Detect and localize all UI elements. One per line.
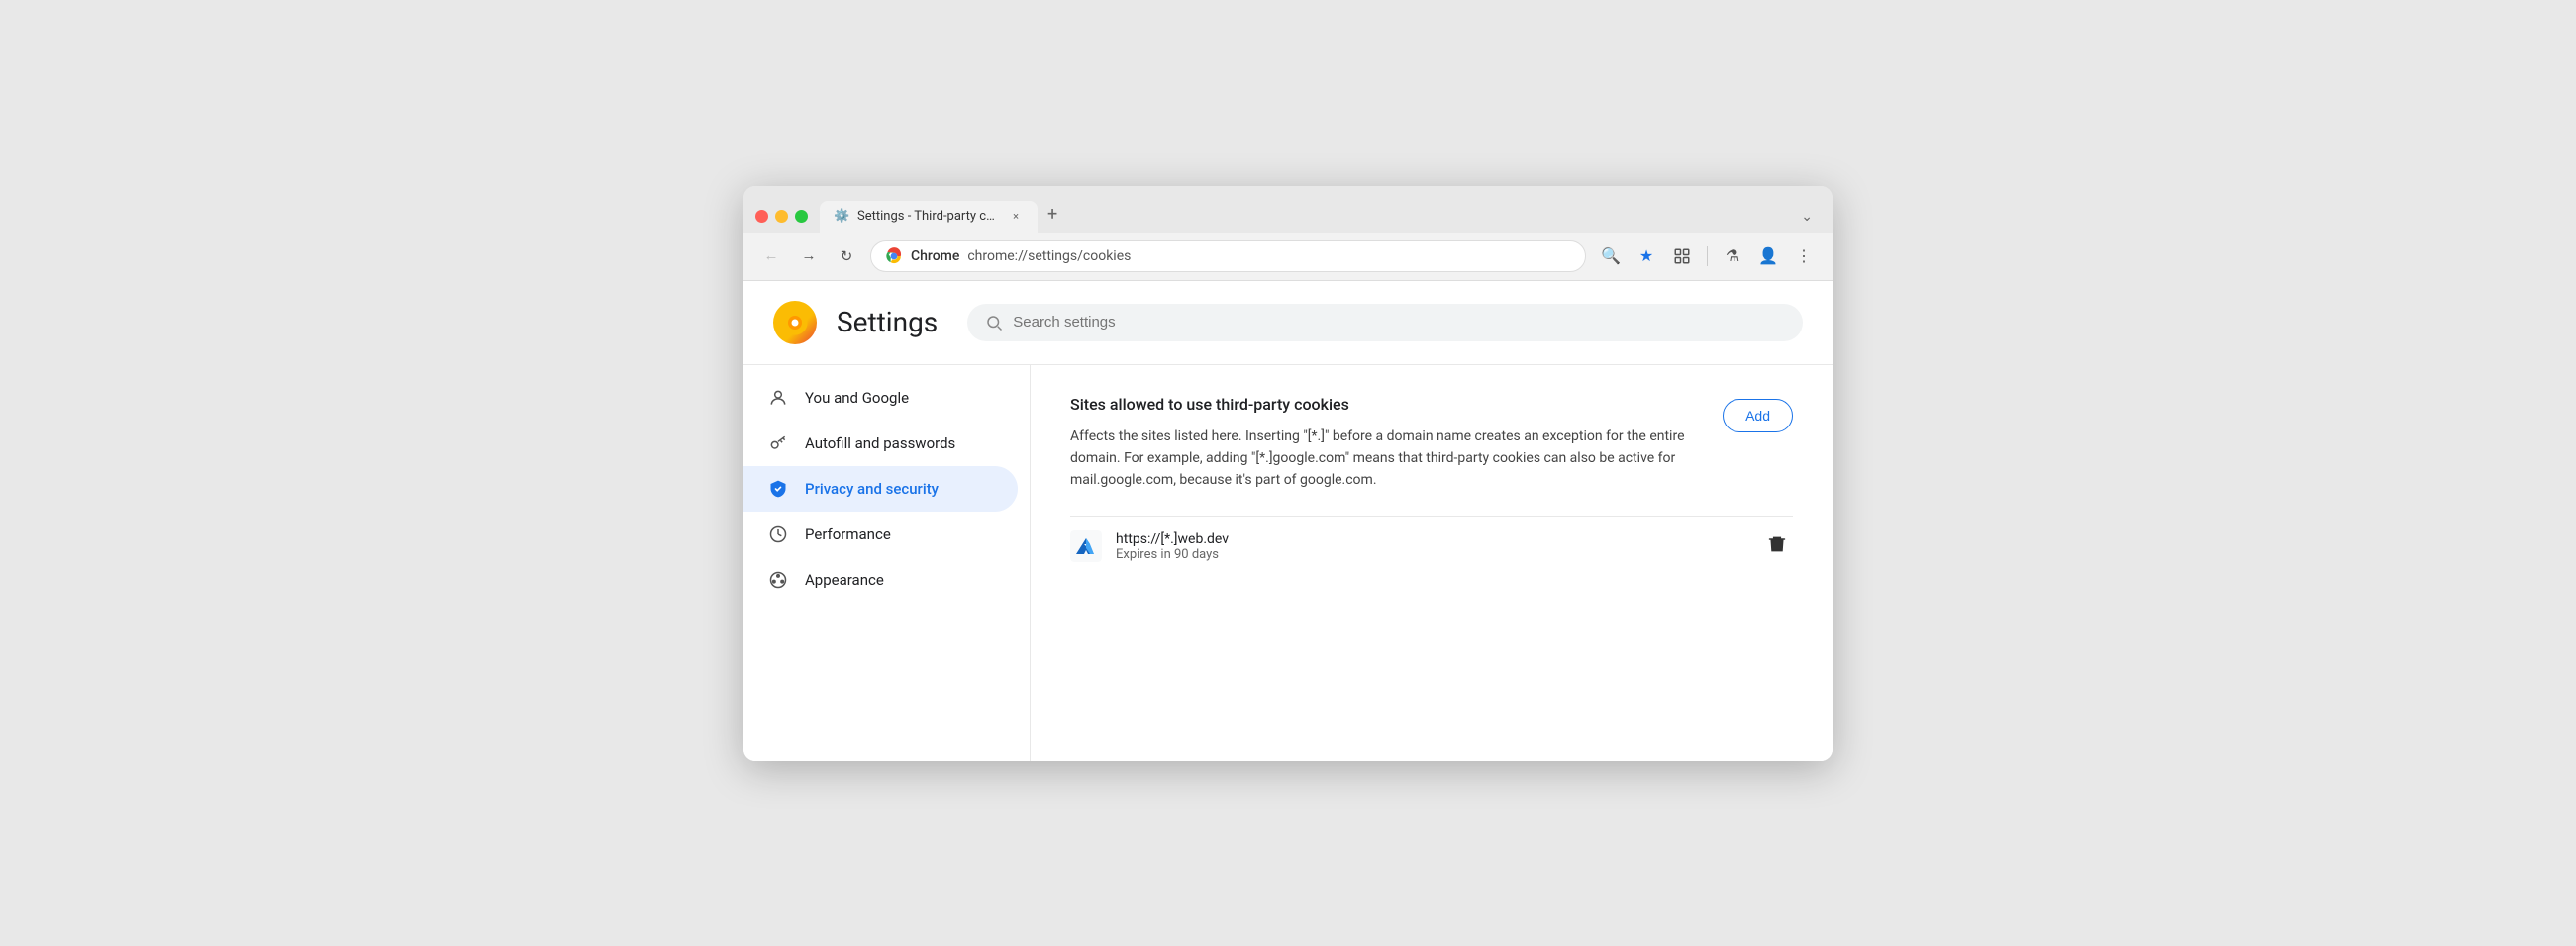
- sidebar-item-performance[interactable]: Performance: [743, 512, 1018, 557]
- sidebar-item-privacy[interactable]: Privacy and security: [743, 466, 1018, 512]
- traffic-lights: [755, 210, 808, 233]
- appearance-icon: [767, 569, 789, 591]
- nav-icons: 🔍 ★ ⚗ 👤 ⋮: [1596, 241, 1819, 271]
- main-content: Sites allowed to use third-party cookies…: [1031, 365, 1833, 761]
- lab-button[interactable]: ⚗: [1718, 241, 1747, 271]
- person-icon: [767, 387, 789, 409]
- forward-button[interactable]: →: [795, 242, 823, 270]
- profile-button[interactable]: 👤: [1753, 241, 1783, 271]
- site-favicon-icon: [1070, 530, 1102, 562]
- address-path: chrome://settings/cookies: [967, 248, 1131, 264]
- shield-icon: [767, 478, 789, 500]
- chrome-logo-icon: [885, 247, 903, 265]
- close-button[interactable]: [755, 210, 768, 223]
- sidebar-item-autofill[interactable]: Autofill and passwords: [743, 421, 1018, 466]
- title-bar: ⚙️ Settings - Third-party cookie × + ⌄: [743, 186, 1833, 233]
- settings-header: Settings: [743, 281, 1833, 365]
- zoom-button[interactable]: 🔍: [1596, 241, 1626, 271]
- navigation-bar: ← → ↻ Chrome chrome://settings/cookies 🔍…: [743, 233, 1833, 281]
- site-expiry: Expires in 90 days: [1116, 547, 1747, 562]
- address-origin: Chrome: [911, 248, 959, 264]
- nav-divider: [1707, 246, 1708, 266]
- settings-wrapper: Settings: [743, 281, 1833, 761]
- tab-label: Settings - Third-party cookie: [857, 209, 1000, 224]
- sidebar-label-appearance: Appearance: [805, 571, 884, 589]
- sidebar-label-you-and-google: You and Google: [805, 389, 909, 407]
- menu-button[interactable]: ⋮: [1789, 241, 1819, 271]
- new-tab-button[interactable]: +: [1038, 196, 1067, 233]
- bookmark-button[interactable]: ★: [1632, 241, 1661, 271]
- search-icon: [985, 314, 1003, 331]
- site-url: https://[*.]web.dev: [1116, 531, 1747, 547]
- sidebar: You and Google Autofill and passwords: [743, 365, 1031, 761]
- reload-button[interactable]: ↻: [833, 242, 860, 270]
- search-input[interactable]: [1013, 314, 1785, 331]
- settings-body: You and Google Autofill and passwords: [743, 365, 1833, 761]
- add-site-button[interactable]: Add: [1723, 399, 1793, 432]
- address-bar[interactable]: Chrome chrome://settings/cookies: [870, 240, 1586, 272]
- key-icon: [767, 432, 789, 454]
- settings-title: Settings: [837, 306, 938, 338]
- active-tab[interactable]: ⚙️ Settings - Third-party cookie ×: [820, 201, 1038, 233]
- section-header-row: Sites allowed to use third-party cookies…: [1070, 395, 1793, 492]
- performance-icon: [767, 523, 789, 545]
- tabs-row: ⚙️ Settings - Third-party cookie × + ⌄: [820, 196, 1821, 233]
- extension-button[interactable]: [1667, 241, 1697, 271]
- browser-window: ⚙️ Settings - Third-party cookie × + ⌄ ←…: [743, 186, 1833, 761]
- minimize-button[interactable]: [775, 210, 788, 223]
- sidebar-item-you-and-google[interactable]: You and Google: [743, 375, 1018, 421]
- tab-close-button[interactable]: ×: [1008, 209, 1024, 225]
- sidebar-label-performance: Performance: [805, 525, 891, 543]
- sidebar-item-appearance[interactable]: Appearance: [743, 557, 1018, 603]
- section-description: Affects the sites listed here. Inserting…: [1070, 426, 1703, 492]
- trash-icon: [1767, 534, 1787, 554]
- search-bar[interactable]: [967, 304, 1803, 341]
- tab-dropdown-button[interactable]: ⌄: [1793, 201, 1821, 233]
- sidebar-label-privacy: Privacy and security: [805, 480, 939, 498]
- back-button[interactable]: ←: [757, 242, 785, 270]
- section-title: Sites allowed to use third-party cookies: [1070, 395, 1703, 414]
- tab-favicon: ⚙️: [834, 209, 849, 225]
- sidebar-label-autofill: Autofill and passwords: [805, 434, 955, 452]
- site-favicon: [1070, 530, 1102, 562]
- site-entry: https://[*.]web.dev Expires in 90 days: [1070, 516, 1793, 577]
- settings-logo: [773, 301, 817, 344]
- maximize-button[interactable]: [795, 210, 808, 223]
- site-info: https://[*.]web.dev Expires in 90 days: [1116, 531, 1747, 562]
- delete-site-button[interactable]: [1761, 528, 1793, 565]
- section-text: Sites allowed to use third-party cookies…: [1070, 395, 1703, 492]
